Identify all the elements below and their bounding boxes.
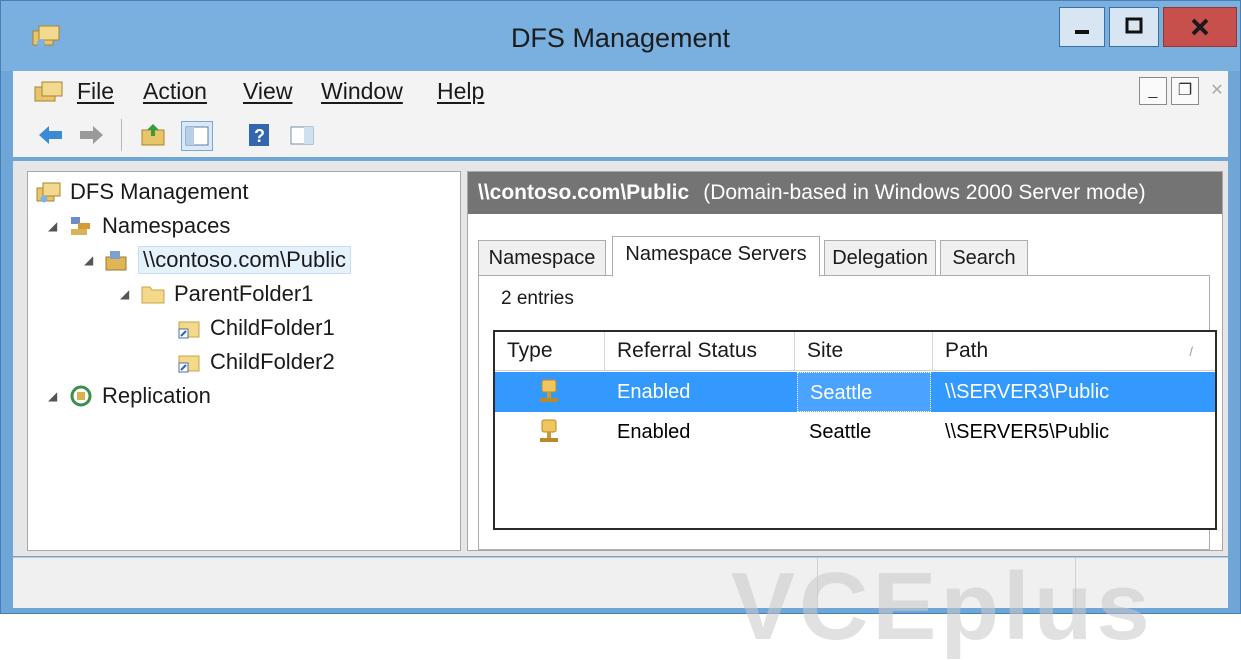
site-cell: Seattle [797,372,931,412]
tree-item-childfolder1[interactable]: ChildFolder1 [176,312,335,344]
namespace-servers-list[interactable]: Type Referral Status Site Path / Enabled… [493,330,1217,530]
maximize-icon [1125,17,1143,34]
namespace-server-icon [540,419,558,442]
folder-target-icon [178,355,200,373]
toolbar-separator [121,119,122,151]
child-minimize-button[interactable]: _ [1139,77,1167,105]
path-cell: \\SERVER3\Public [945,381,1110,403]
console-client-area: DFS Management ◢ Namespaces ◢ \\contoso.… [13,161,1228,556]
folder-icon [141,286,165,304]
namespaces-icon [71,217,90,235]
site-cell: Seattle [809,421,872,443]
menu-window[interactable]: Window [321,78,403,105]
table-row[interactable]: Enabled Seattle \\SERVER5\Public [495,412,1215,452]
window-title: DFS Management [510,23,731,53]
menu-bar: File Action View Window Help _ ❐ ✕ [13,71,1228,113]
expanded-triangle-icon[interactable]: ◢ [48,389,62,403]
menu-file[interactable]: File [77,78,114,105]
namespace-path-title: \\contoso.com\Public [478,181,690,204]
show-hide-console-tree-icon[interactable] [181,121,213,151]
tree-item-namespace-root[interactable]: ◢ \\contoso.com\Public [84,244,351,276]
show-hide-action-pane-icon[interactable] [287,121,317,149]
expanded-triangle-icon[interactable]: ◢ [84,253,98,267]
expanded-triangle-icon[interactable]: ◢ [48,219,62,233]
up-folder-icon[interactable] [139,121,169,149]
tree-item-childfolder2[interactable]: ChildFolder2 [176,346,335,378]
watermark: VCEplus [731,553,1154,660]
minimize-icon [1075,30,1089,34]
column-header-path[interactable]: Path [933,332,1215,370]
child-close-button[interactable]: ✕ [1203,77,1231,105]
menu-action[interactable]: Action [143,78,207,105]
child-restore-button[interactable]: ❐ [1171,77,1199,105]
maximize-button[interactable] [1109,7,1159,47]
details-pane: \\contoso.com\Public (Domain-based in Win… [467,171,1223,551]
column-header-type[interactable]: Type [495,332,605,370]
tree-label: DFS Management [70,179,249,204]
console-tree: DFS Management ◢ Namespaces ◢ \\contoso.… [27,171,461,551]
tree-item-parentfolder1[interactable]: ◢ ParentFolder1 [120,278,313,310]
toolbar: ? [13,113,1228,157]
mmc-document-icon [34,81,63,102]
minimize-icon: _ [1148,82,1158,99]
minimize-button[interactable] [1059,7,1105,47]
tree-label: Replication [102,383,211,408]
tab-search[interactable]: Search [940,240,1028,276]
tree-item-replication[interactable]: ◢ Replication [48,380,211,412]
replication-icon [70,385,92,407]
tree-label: ParentFolder1 [174,281,314,306]
referral-status-cell: Enabled [617,421,691,443]
table-row[interactable]: Enabled Seattle \\SERVER3\Public [495,372,1215,412]
namespace-server-icon [105,251,127,271]
menu-help[interactable]: Help [437,78,484,105]
tab-namespace-servers[interactable]: Namespace Servers [612,236,820,277]
dfs-management-window: DFS Management File Action View Window H… [0,0,1241,655]
tree-label: ChildFolder1 [210,315,335,340]
close-icon [1191,18,1209,36]
details-header-bar: \\contoso.com\Public (Domain-based in Win… [468,172,1222,214]
tab-namespace[interactable]: Namespace [478,240,606,276]
folder-target-icon [178,321,200,339]
referral-status-cell: Enabled [617,381,691,403]
tab-delegation[interactable]: Delegation [824,240,936,276]
entries-count: 2 entries [501,288,574,309]
expanded-triangle-icon[interactable]: ◢ [120,287,134,301]
tree-label: ChildFolder2 [210,349,335,374]
title-bar[interactable]: DFS Management [1,1,1240,71]
back-arrow-icon[interactable] [35,121,65,149]
list-header: Type Referral Status Site Path / [495,332,1215,371]
namespace-servers-panel: 2 entries Type Referral Status Site Path… [478,275,1217,550]
restore-icon: ❐ [1177,82,1193,99]
svg-text:?: ? [254,126,265,146]
namespace-mode: (Domain-based in Windows 2000 Server mod… [703,181,1146,204]
column-header-site[interactable]: Site [795,332,933,370]
tree-item-dfs-management[interactable]: DFS Management [36,176,249,208]
close-icon: ✕ [1210,82,1224,99]
column-header-referral-status[interactable]: Referral Status [605,332,795,370]
tree-label: Namespaces [102,213,231,238]
help-icon[interactable]: ? [245,121,275,149]
menu-view[interactable]: View [243,78,292,105]
namespace-server-icon [540,379,558,402]
dfs-management-icon [36,182,61,203]
tree-item-namespaces[interactable]: ◢ Namespaces [48,210,230,242]
tree-label: \\contoso.com\Public [138,246,351,274]
column-resize-grip-icon: / [1189,344,1193,359]
path-cell: \\SERVER5\Public [945,421,1110,443]
forward-arrow-icon[interactable] [77,121,107,149]
close-button[interactable] [1163,7,1237,47]
